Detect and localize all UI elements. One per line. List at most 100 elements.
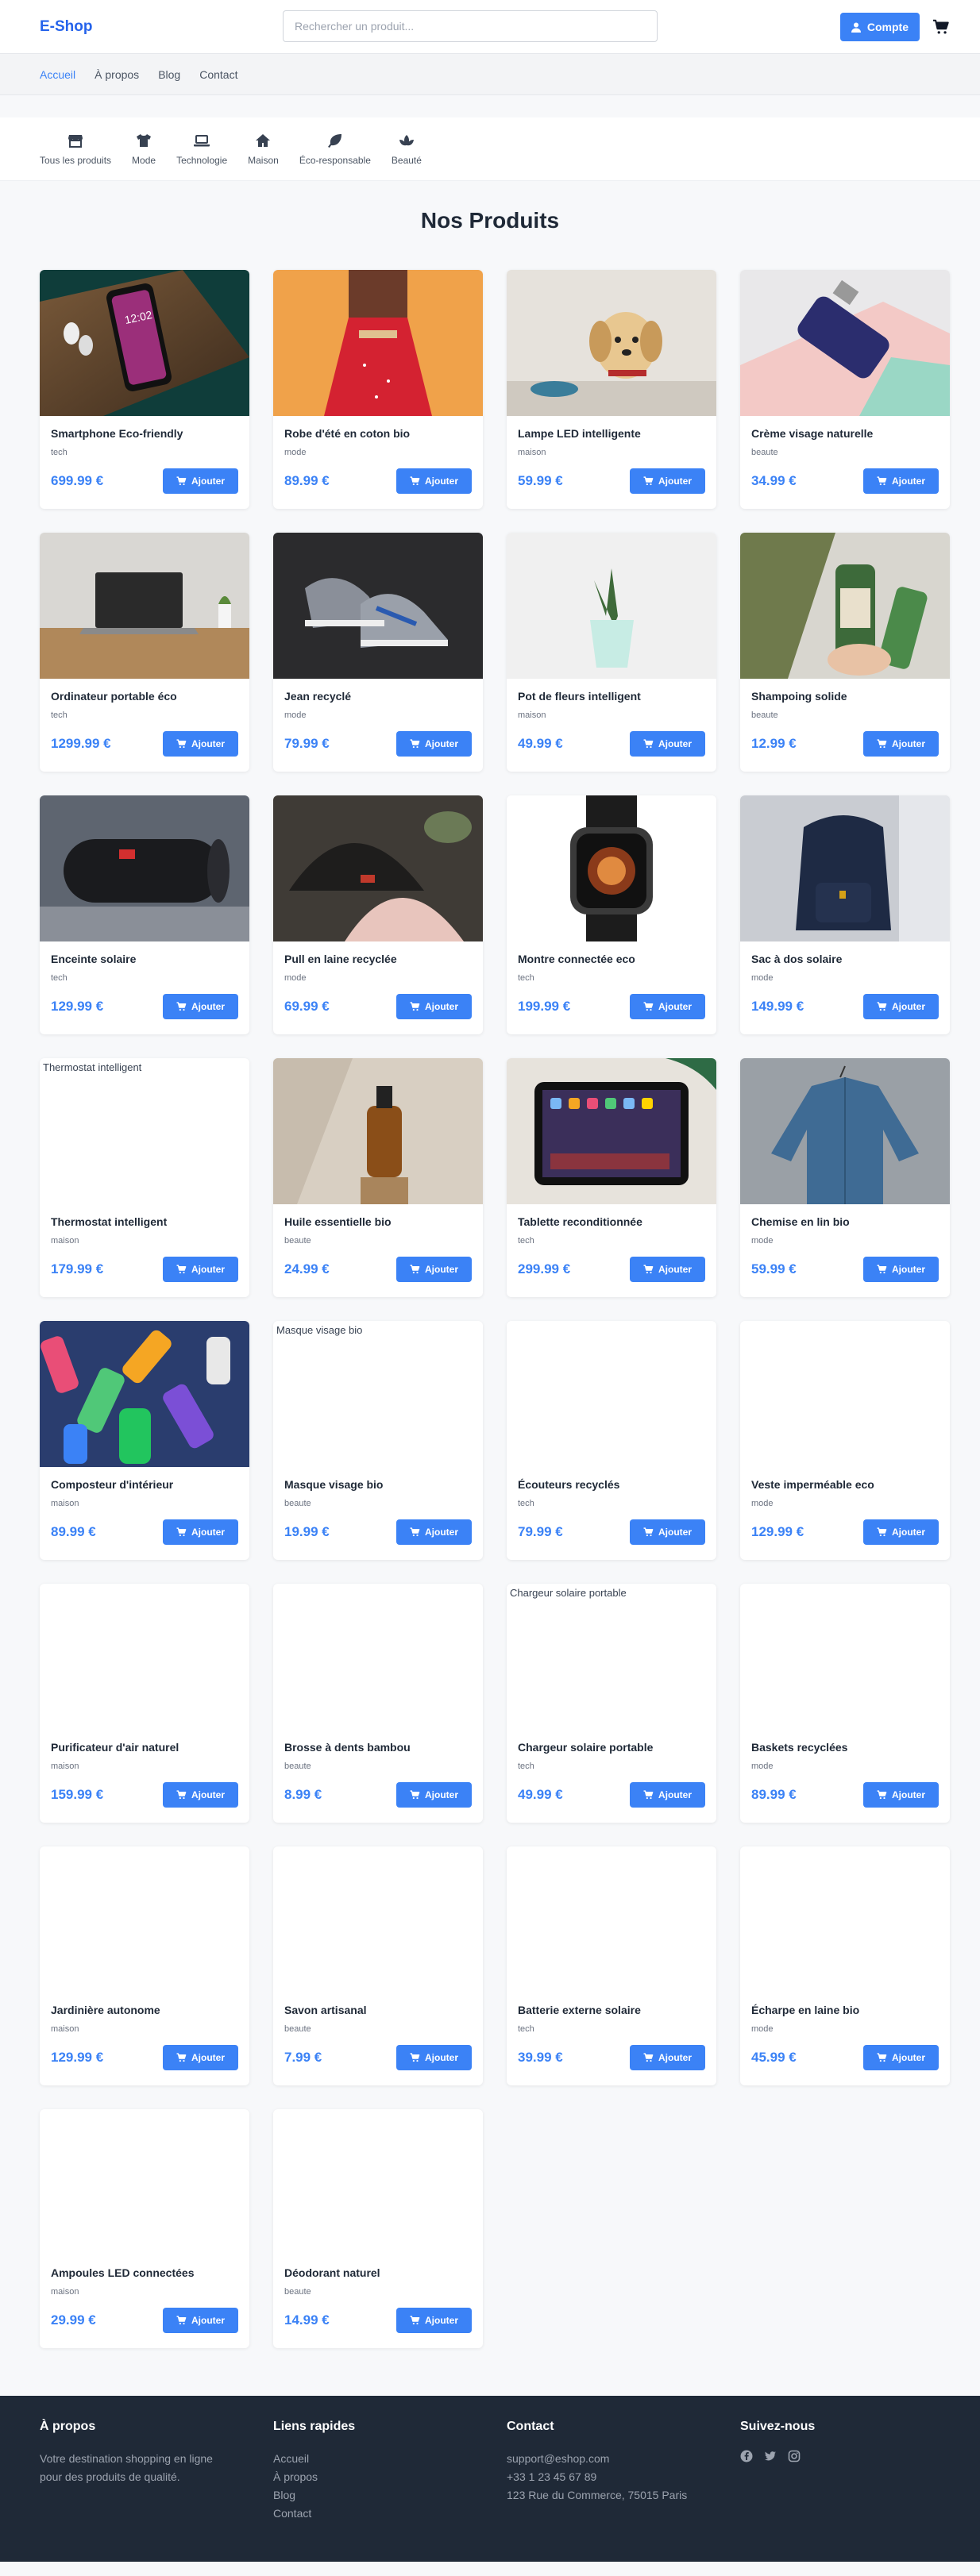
product-card[interactable]: Lampe LED intelligente maison 59.99 € Ajout… bbox=[507, 270, 716, 509]
product-card[interactable]: Composteur d'intérieur maison 89.99 € Ajout… bbox=[40, 1321, 249, 1560]
product-image[interactable] bbox=[273, 795, 483, 941]
product-card[interactable]: Savon artisanal beaute 7.99 € Ajouter bbox=[273, 1846, 483, 2085]
add-to-cart-button[interactable]: Ajouter bbox=[863, 468, 939, 494]
product-card[interactable]: Chargeur solaire portable Chargeur solair… bbox=[507, 1584, 716, 1823]
product-name[interactable]: Lampe LED intelligente bbox=[518, 427, 705, 441]
add-to-cart-button[interactable]: Ajouter bbox=[396, 468, 472, 494]
product-card[interactable]: Sac à dos solaire mode 149.99 € Ajouter bbox=[740, 795, 950, 1034]
add-to-cart-button[interactable]: Ajouter bbox=[163, 2045, 238, 2070]
product-name[interactable]: Chemise en lin bio bbox=[751, 1215, 939, 1230]
add-to-cart-button[interactable]: Ajouter bbox=[163, 994, 238, 1019]
product-image[interactable]: Chargeur solaire portable bbox=[507, 1584, 716, 1730]
product-card[interactable]: Montre connectée eco tech 199.99 € Ajouter bbox=[507, 795, 716, 1034]
product-card[interactable]: Masque visage bio Masque visage bio beaute… bbox=[273, 1321, 483, 1560]
product-card[interactable]: Batterie externe solaire tech 39.99 € Ajout… bbox=[507, 1846, 716, 2085]
footer-link-blog[interactable]: Blog bbox=[273, 2486, 507, 2505]
product-name[interactable]: Chargeur solaire portable bbox=[518, 1741, 705, 1755]
category-tech[interactable]: Technologie bbox=[176, 133, 227, 166]
product-name[interactable]: Baskets recyclées bbox=[751, 1741, 939, 1755]
product-card[interactable]: Veste imperméable eco mode 129.99 € Ajouter bbox=[740, 1321, 950, 1560]
add-to-cart-button[interactable]: Ajouter bbox=[163, 1519, 238, 1545]
product-image[interactable] bbox=[507, 1321, 716, 1467]
product-name[interactable]: Ordinateur portable éco bbox=[51, 690, 238, 704]
product-name[interactable]: Pot de fleurs intelligent bbox=[518, 690, 705, 704]
product-card[interactable]: Enceinte solaire tech 129.99 € Ajouter bbox=[40, 795, 249, 1034]
product-card[interactable]: Jean recyclé mode 79.99 € Ajouter bbox=[273, 533, 483, 772]
add-to-cart-button[interactable]: Ajouter bbox=[396, 1257, 472, 1282]
product-name[interactable]: Thermostat intelligent bbox=[51, 1215, 238, 1230]
add-to-cart-button[interactable]: Ajouter bbox=[863, 1519, 939, 1545]
product-name[interactable]: Écharpe en laine bio bbox=[751, 2004, 939, 2018]
add-to-cart-button[interactable]: Ajouter bbox=[163, 2308, 238, 2333]
product-card[interactable]: Baskets recyclées mode 89.99 € Ajouter bbox=[740, 1584, 950, 1823]
add-to-cart-button[interactable]: Ajouter bbox=[396, 1519, 472, 1545]
product-name[interactable]: Enceinte solaire bbox=[51, 953, 238, 967]
product-name[interactable]: Sac à dos solaire bbox=[751, 953, 939, 967]
product-image[interactable] bbox=[740, 1058, 950, 1204]
product-card[interactable]: Robe d'été en coton bio mode 89.99 € Ajoute… bbox=[273, 270, 483, 509]
product-image[interactable] bbox=[273, 1058, 483, 1204]
product-image[interactable] bbox=[273, 1584, 483, 1730]
product-name[interactable]: Pull en laine recyclée bbox=[284, 953, 472, 967]
facebook-icon[interactable] bbox=[740, 2450, 753, 2462]
product-name[interactable]: Veste imperméable eco bbox=[751, 1478, 939, 1492]
product-image[interactable]: Thermostat intelligent bbox=[40, 1058, 249, 1204]
product-image[interactable] bbox=[740, 1321, 950, 1467]
product-image[interactable] bbox=[740, 795, 950, 941]
cart-icon[interactable] bbox=[932, 18, 950, 36]
search-input[interactable] bbox=[283, 10, 658, 42]
product-card[interactable]: Écharpe en laine bio mode 45.99 € Ajouter bbox=[740, 1846, 950, 2085]
product-image[interactable] bbox=[507, 1058, 716, 1204]
product-image[interactable] bbox=[507, 795, 716, 941]
category-maison[interactable]: Maison bbox=[248, 133, 279, 166]
nav-link-blog[interactable]: Blog bbox=[158, 68, 180, 81]
add-to-cart-button[interactable]: Ajouter bbox=[630, 1257, 705, 1282]
product-name[interactable]: Batterie externe solaire bbox=[518, 2004, 705, 2018]
product-image[interactable] bbox=[40, 2109, 249, 2255]
product-image[interactable] bbox=[507, 533, 716, 679]
product-card[interactable]: Thermostat intelligent Thermostat intelli… bbox=[40, 1058, 249, 1297]
product-card[interactable]: Pot de fleurs intelligent maison 49.99 € Aj… bbox=[507, 533, 716, 772]
add-to-cart-button[interactable]: Ajouter bbox=[630, 2045, 705, 2070]
product-name[interactable]: Ampoules LED connectées bbox=[51, 2266, 238, 2281]
add-to-cart-button[interactable]: Ajouter bbox=[396, 994, 472, 1019]
product-name[interactable]: Huile essentielle bio bbox=[284, 1215, 472, 1230]
product-name[interactable]: Jean recyclé bbox=[284, 690, 472, 704]
category-all[interactable]: Tous les produits bbox=[40, 133, 111, 166]
product-image[interactable] bbox=[40, 1321, 249, 1467]
product-image[interactable] bbox=[40, 795, 249, 941]
add-to-cart-button[interactable]: Ajouter bbox=[863, 1782, 939, 1808]
add-to-cart-button[interactable]: Ajouter bbox=[863, 2045, 939, 2070]
product-card[interactable]: 12:02 Smartphone Eco-friendly tech 699.99 €… bbox=[40, 270, 249, 509]
product-image[interactable] bbox=[740, 1846, 950, 1993]
product-image[interactable] bbox=[740, 1584, 950, 1730]
product-name[interactable]: Smartphone Eco-friendly bbox=[51, 427, 238, 441]
instagram-icon[interactable] bbox=[788, 2450, 801, 2462]
add-to-cart-button[interactable]: Ajouter bbox=[396, 2045, 472, 2070]
product-card[interactable]: Jardinière autonome maison 129.99 € Ajouter bbox=[40, 1846, 249, 2085]
add-to-cart-button[interactable]: Ajouter bbox=[396, 2308, 472, 2333]
footer-link-contact[interactable]: Contact bbox=[273, 2505, 507, 2523]
product-image[interactable] bbox=[273, 1846, 483, 1993]
add-to-cart-button[interactable]: Ajouter bbox=[163, 468, 238, 494]
product-image[interactable] bbox=[507, 270, 716, 416]
product-card[interactable]: Écouteurs recyclés tech 79.99 € Ajouter bbox=[507, 1321, 716, 1560]
product-card[interactable]: Ordinateur portable éco tech 1299.99 € Ajou… bbox=[40, 533, 249, 772]
nav-link-contact[interactable]: Contact bbox=[199, 68, 237, 81]
product-card[interactable]: Chemise en lin bio mode 59.99 € Ajouter bbox=[740, 1058, 950, 1297]
account-button[interactable]: Compte bbox=[839, 13, 920, 41]
product-image[interactable] bbox=[740, 270, 950, 416]
product-image[interactable] bbox=[40, 533, 249, 679]
twitter-icon[interactable] bbox=[764, 2450, 777, 2462]
product-image[interactable] bbox=[273, 2109, 483, 2255]
add-to-cart-button[interactable]: Ajouter bbox=[863, 731, 939, 757]
product-name[interactable]: Shampoing solide bbox=[751, 690, 939, 704]
add-to-cart-button[interactable]: Ajouter bbox=[630, 994, 705, 1019]
product-card[interactable]: Shampoing solide beaute 12.99 € Ajouter bbox=[740, 533, 950, 772]
product-card[interactable]: Huile essentielle bio beaute 24.99 € Ajoute… bbox=[273, 1058, 483, 1297]
product-image[interactable] bbox=[507, 1846, 716, 1993]
product-card[interactable]: Purificateur d'air naturel maison 159.99 €… bbox=[40, 1584, 249, 1823]
logo[interactable]: E-Shop bbox=[40, 18, 93, 36]
product-card[interactable]: Déodorant naturel beaute 14.99 € Ajouter bbox=[273, 2109, 483, 2348]
product-name[interactable]: Écouteurs recyclés bbox=[518, 1478, 705, 1492]
